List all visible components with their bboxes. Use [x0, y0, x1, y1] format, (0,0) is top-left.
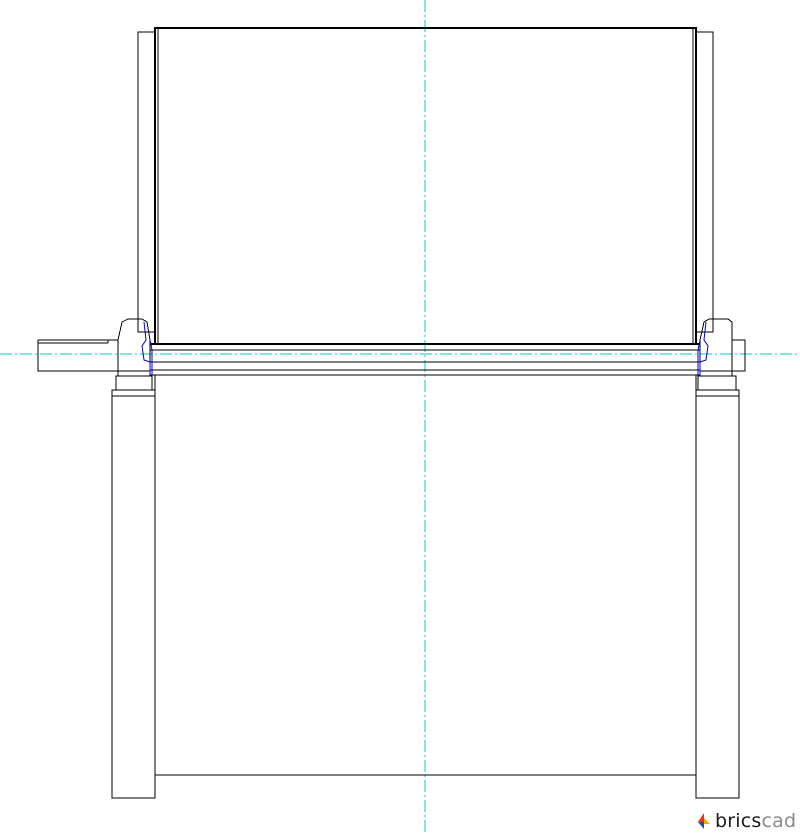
cad-elevation-drawing: [0, 0, 800, 832]
right-upper-post: [695, 31, 714, 333]
centerlines: [0, 0, 800, 832]
left-upper-post: [137, 31, 156, 333]
left-lower-leg: [111, 389, 156, 799]
watermark-text: bricscad: [715, 809, 797, 832]
right-lower-leg: [695, 389, 740, 799]
bricscad-watermark: bricscad: [697, 809, 796, 833]
bricscad-logo-icon: [698, 813, 710, 829]
watermark-text-brics: brics: [715, 809, 762, 832]
watermark-text-cad: cad: [761, 809, 797, 832]
